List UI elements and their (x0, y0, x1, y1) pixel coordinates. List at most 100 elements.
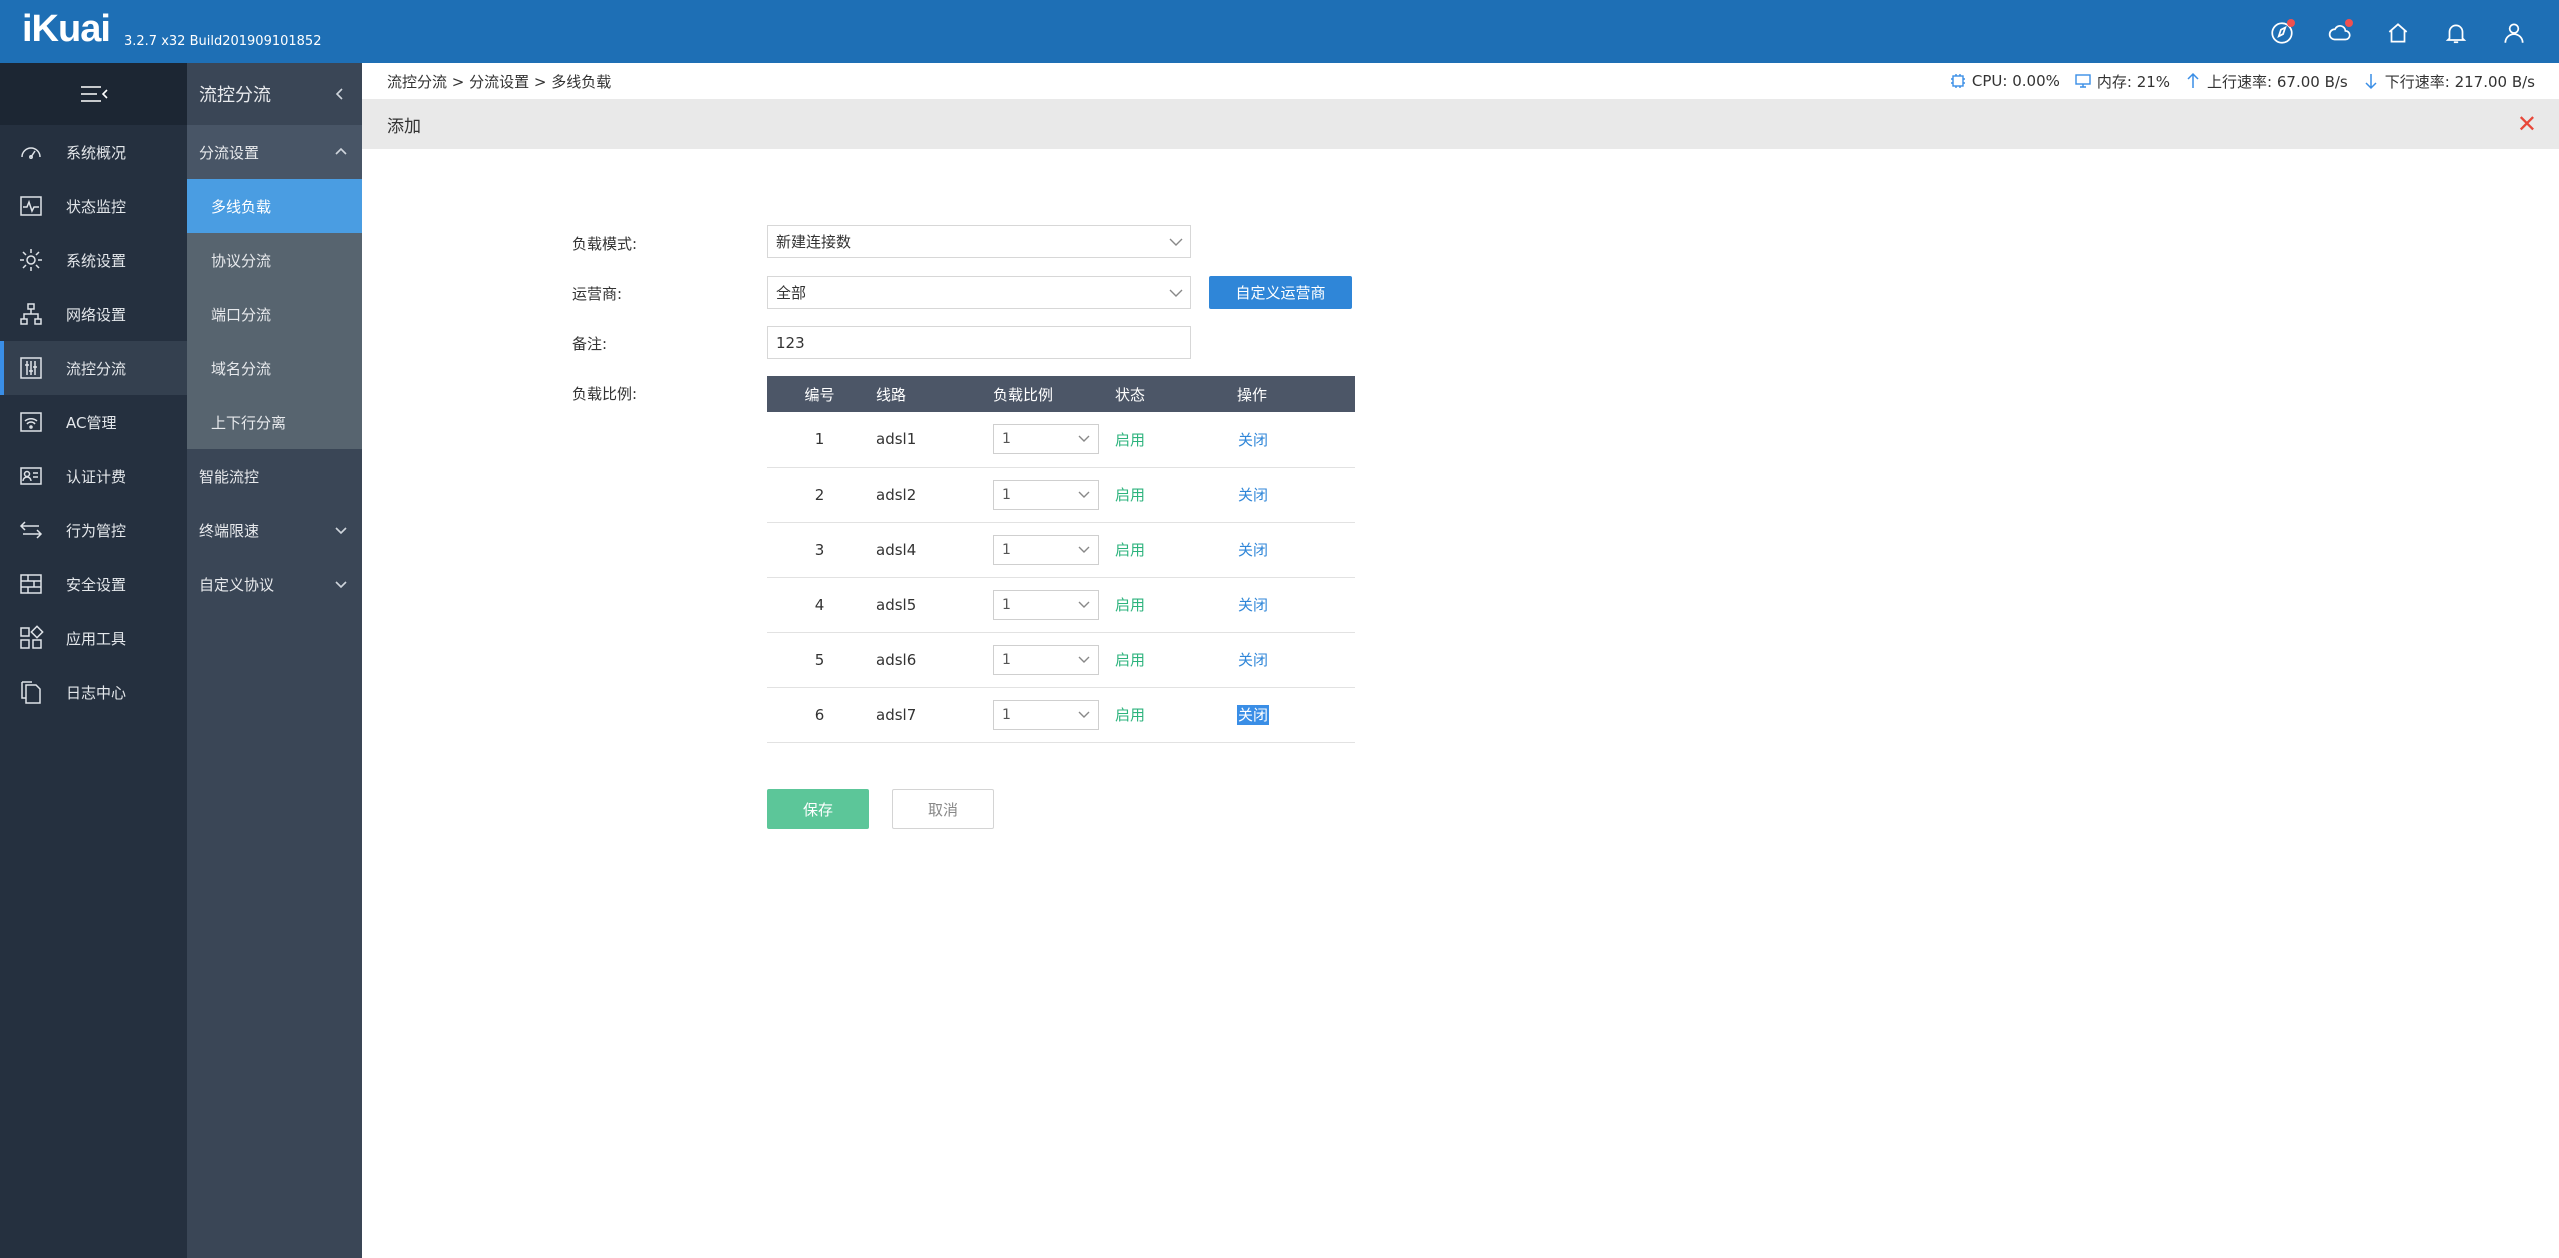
nav-item-9[interactable]: 应用工具 (0, 611, 187, 665)
chevron-down-icon (335, 581, 347, 589)
add-form: 负载模式: 新建连接数 运营商: 全部 自定义运营商 备注: 123 负载比例:… (362, 149, 2559, 1258)
dashboard-icon (17, 138, 45, 166)
table-row: 2 adsl2 1 启用 关闭 (767, 467, 1355, 523)
ratio-select[interactable]: 1 (993, 589, 1099, 620)
nav-group-0[interactable]: 智能流控 (187, 449, 362, 503)
status-enabled[interactable]: 启用 (1115, 431, 1145, 449)
ratio-select-value: 1 (1002, 596, 1011, 613)
status-enabled[interactable]: 启用 (1115, 486, 1145, 504)
firewall-icon (17, 570, 45, 598)
disable-link[interactable]: 关闭 (1237, 705, 1270, 725)
nav-item-2[interactable]: 系统设置 (0, 233, 187, 287)
notification-dot (2287, 19, 2295, 27)
col-status-header: 状态 (1115, 376, 1237, 412)
nav-group-2[interactable]: 自定义协议 (187, 557, 362, 611)
ratio-label: 负载比例: (572, 385, 638, 403)
close-icon[interactable]: ✕ (2517, 112, 2537, 136)
pulse-icon (17, 192, 45, 220)
nav-item-4[interactable]: 流控分流 (0, 341, 187, 395)
secondary-sidebar: 流控分流 分流设置 多线负载 协议分流 端口分流 域名分流 上下行分离 智能流控终端限速… (187, 63, 362, 1258)
nav-item-label: AC管理 (66, 413, 117, 432)
sliders-icon (17, 354, 45, 382)
nav-item-3[interactable]: 网络设置 (0, 287, 187, 341)
home-icon[interactable] (2383, 18, 2413, 48)
nav-group-split-settings[interactable]: 分流设置 (187, 125, 362, 179)
nav-subitem-4[interactable]: 上下行分离 (187, 395, 362, 449)
cloud-icon[interactable] (2325, 18, 2355, 48)
row-line: adsl4 (872, 522, 993, 578)
save-button[interactable]: 保存 (767, 789, 869, 829)
chevron-down-icon (335, 527, 347, 535)
nav-item-label: 行为管控 (66, 521, 127, 540)
row-line: adsl5 (872, 577, 993, 633)
disable-link[interactable]: 关闭 (1237, 430, 1269, 450)
nav-item-7[interactable]: 行为管控 (0, 503, 187, 557)
chevron-down-icon (1078, 435, 1090, 443)
ratio-select[interactable]: 1 (993, 644, 1099, 675)
note-input-value: 123 (776, 333, 805, 352)
note-label: 备注: (572, 335, 608, 353)
document-icon (17, 678, 45, 706)
disable-link[interactable]: 关闭 (1237, 595, 1269, 615)
secondary-sidebar-header: 流控分流 (187, 63, 362, 125)
nav-group-label: 分流设置 (199, 143, 260, 162)
nav-subitem-2[interactable]: 端口分流 (187, 287, 362, 341)
ratio-select[interactable]: 1 (993, 479, 1099, 510)
isp-select-value: 全部 (776, 284, 807, 302)
nav-item-label: 状态监控 (66, 197, 127, 216)
nav-group-1[interactable]: 终端限速 (187, 503, 362, 557)
row-line: adsl2 (872, 467, 993, 523)
nav-subitem-3[interactable]: 域名分流 (187, 341, 362, 395)
status-enabled[interactable]: 启用 (1115, 706, 1145, 724)
nav-item-label: 系统设置 (66, 251, 127, 270)
nav-item-8[interactable]: 安全设置 (0, 557, 187, 611)
cpu-value: CPU: 0.00% (1971, 72, 2060, 90)
user-icon[interactable] (2499, 18, 2529, 48)
bell-icon[interactable] (2441, 18, 2471, 48)
chevron-down-icon (1078, 546, 1090, 553)
table-header-row: 编号 线路 负载比例 状态 操作 (767, 376, 1355, 412)
col-action-header: 操作 (1237, 376, 1355, 412)
col-ratio-header: 负载比例 (993, 376, 1115, 412)
cpu-stat: CPU: 0.00% (1949, 72, 2060, 90)
nav-item-10[interactable]: 日志中心 (0, 665, 187, 719)
isp-select[interactable]: 全部 (767, 276, 1191, 309)
nav-subitem-0[interactable]: 多线负载 (187, 179, 362, 233)
status-enabled[interactable]: 启用 (1115, 541, 1145, 559)
status-enabled[interactable]: 启用 (1115, 596, 1145, 614)
nav-item-1[interactable]: 状态监控 (0, 179, 187, 233)
upload-stat: 上行速率: 67.00 B/s (2184, 71, 2348, 92)
custom-isp-button[interactable]: 自定义运营商 (1209, 276, 1352, 309)
wifi-icon (17, 408, 45, 436)
arrow-up-icon (2187, 72, 2199, 88)
collapse-left-icon[interactable] (333, 87, 347, 101)
disable-link[interactable]: 关闭 (1237, 650, 1269, 670)
table-row: 1 adsl1 1 启用 关闭 (767, 412, 1355, 468)
mode-select[interactable]: 新建连接数 (767, 225, 1191, 258)
nav-group-label: 终端限速 (199, 521, 260, 540)
compass-icon[interactable] (2267, 18, 2297, 48)
mode-label: 负载模式: (572, 235, 638, 253)
ratio-select[interactable]: 1 (993, 699, 1099, 730)
monitor-icon (2075, 74, 2091, 88)
status-enabled[interactable]: 启用 (1115, 651, 1145, 669)
chevron-down-icon (1078, 491, 1090, 498)
table-row: 3 adsl4 1 启用 关闭 (767, 522, 1355, 578)
disable-link[interactable]: 关闭 (1237, 540, 1269, 560)
memory-stat: 内存: 21% (2074, 71, 2170, 92)
nav-item-5[interactable]: AC管理 (0, 395, 187, 449)
nav-item-0[interactable]: 系统概况 (0, 125, 187, 179)
nav-item-6[interactable]: 认证计费 (0, 449, 187, 503)
chevron-down-icon (1078, 601, 1090, 608)
cancel-button[interactable]: 取消 (892, 789, 994, 829)
ratio-select[interactable]: 1 (993, 534, 1099, 565)
nav-item-label: 日志中心 (66, 683, 127, 702)
disable-link[interactable]: 关闭 (1237, 485, 1269, 505)
note-input[interactable]: 123 (767, 326, 1191, 359)
ratio-select[interactable]: 1 (993, 424, 1099, 455)
row-id: 1 (767, 412, 872, 468)
nav-subitem-1[interactable]: 协议分流 (187, 233, 362, 287)
app-logo[interactable]: iKuai (22, 8, 111, 51)
menu-toggle[interactable] (0, 63, 187, 125)
info-bar: 流控分流 > 分流设置 > 多线负载 CPU: 0.00% 内存: 21% 上行… (362, 63, 2559, 99)
